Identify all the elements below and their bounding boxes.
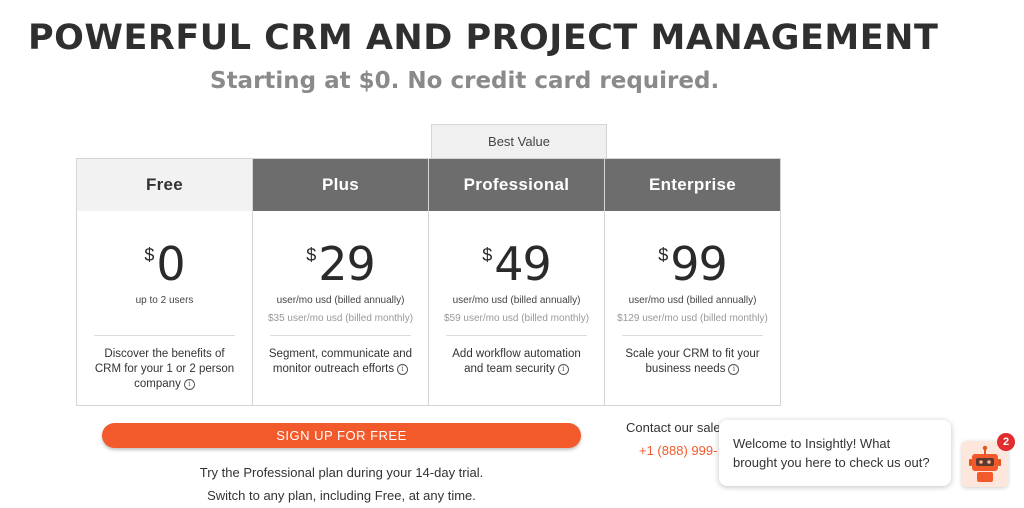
pricing-table: Free $0 up to 2 users Discover the benef… [76, 158, 785, 406]
chat-welcome-bubble[interactable]: Welcome to Insightly! What brought you h… [719, 420, 951, 486]
divider [270, 335, 411, 336]
page-title: POWERFUL CRM AND PROJECT MANAGEMENT [28, 18, 939, 58]
plan-description-text: Segment, communicate and monitor outreac… [268, 348, 413, 375]
monthly-price-note: $59 user/mo usd (billed monthly) [443, 313, 590, 324]
page-subtitle: Starting at $0. No credit card required. [210, 68, 720, 94]
currency-symbol: $ [306, 245, 317, 265]
plan-price: $29 [253, 237, 428, 291]
currency-symbol: $ [482, 245, 493, 265]
plan-description-text: Scale your CRM to fit your business need… [625, 348, 760, 375]
price-amount: 49 [494, 237, 552, 291]
currency-symbol: $ [144, 245, 155, 265]
contact-sales-label: Contact our sale [626, 420, 721, 435]
plan-free: Free $0 up to 2 users Discover the benef… [76, 158, 253, 406]
price-note: user/mo usd (billed annually) [628, 295, 757, 306]
monthly-price-note: $129 user/mo usd (billed monthly) [617, 313, 768, 324]
plan-name: Professional [429, 159, 604, 211]
divider [94, 335, 235, 336]
info-icon[interactable]: i [183, 379, 195, 390]
plan-description-text: Discover the benefits of CRM for your 1 … [94, 348, 235, 390]
monthly-price-note: $35 user/mo usd (billed monthly) [267, 313, 414, 324]
plan-price: $99 [605, 237, 780, 291]
plan-description: Segment, communicate and monitor outreac… [267, 347, 414, 377]
plan-name: Enterprise [605, 159, 780, 211]
price-amount: 99 [670, 237, 728, 291]
currency-symbol: $ [658, 245, 669, 265]
price-amount: 0 [156, 237, 185, 291]
trial-note: Try the Professional plan during your 14… [199, 465, 484, 480]
unread-count-badge: 2 [997, 433, 1015, 451]
info-icon[interactable]: i [397, 364, 409, 375]
switch-plan-note: Switch to any plan, including Free, at a… [207, 488, 476, 503]
divider [446, 335, 587, 336]
price-note: user/mo usd (billed annually) [276, 295, 405, 306]
price-note: up to 2 users [135, 295, 194, 306]
signup-button[interactable]: SIGN UP FOR FREE [102, 423, 581, 448]
plan-price: $0 [77, 237, 252, 291]
chat-message: Welcome to Insightly! What brought you h… [733, 436, 930, 470]
plan-price: $49 [429, 237, 604, 291]
plan-plus: Plus $29 user/mo usd (billed annually) $… [252, 158, 429, 406]
plan-name: Plus [253, 159, 428, 211]
divider [622, 335, 763, 336]
best-value-tag: Best Value [431, 124, 607, 158]
price-amount: 29 [318, 237, 376, 291]
price-note: user/mo usd (billed annually) [452, 295, 581, 306]
plan-name: Free [77, 159, 252, 211]
info-icon[interactable]: i [557, 364, 569, 375]
plan-professional: Professional $49 user/mo usd (billed ann… [428, 158, 605, 406]
plan-description: Discover the benefits of CRM for your 1 … [91, 347, 238, 392]
info-icon[interactable]: i [728, 364, 740, 375]
plan-enterprise: Enterprise $99 user/mo usd (billed annua… [604, 158, 781, 406]
plan-description: Add workflow automation and team securit… [443, 347, 590, 377]
sales-phone-link[interactable]: +1 (888) 999- [639, 443, 717, 458]
plan-description: Scale your CRM to fit your business need… [619, 347, 766, 377]
